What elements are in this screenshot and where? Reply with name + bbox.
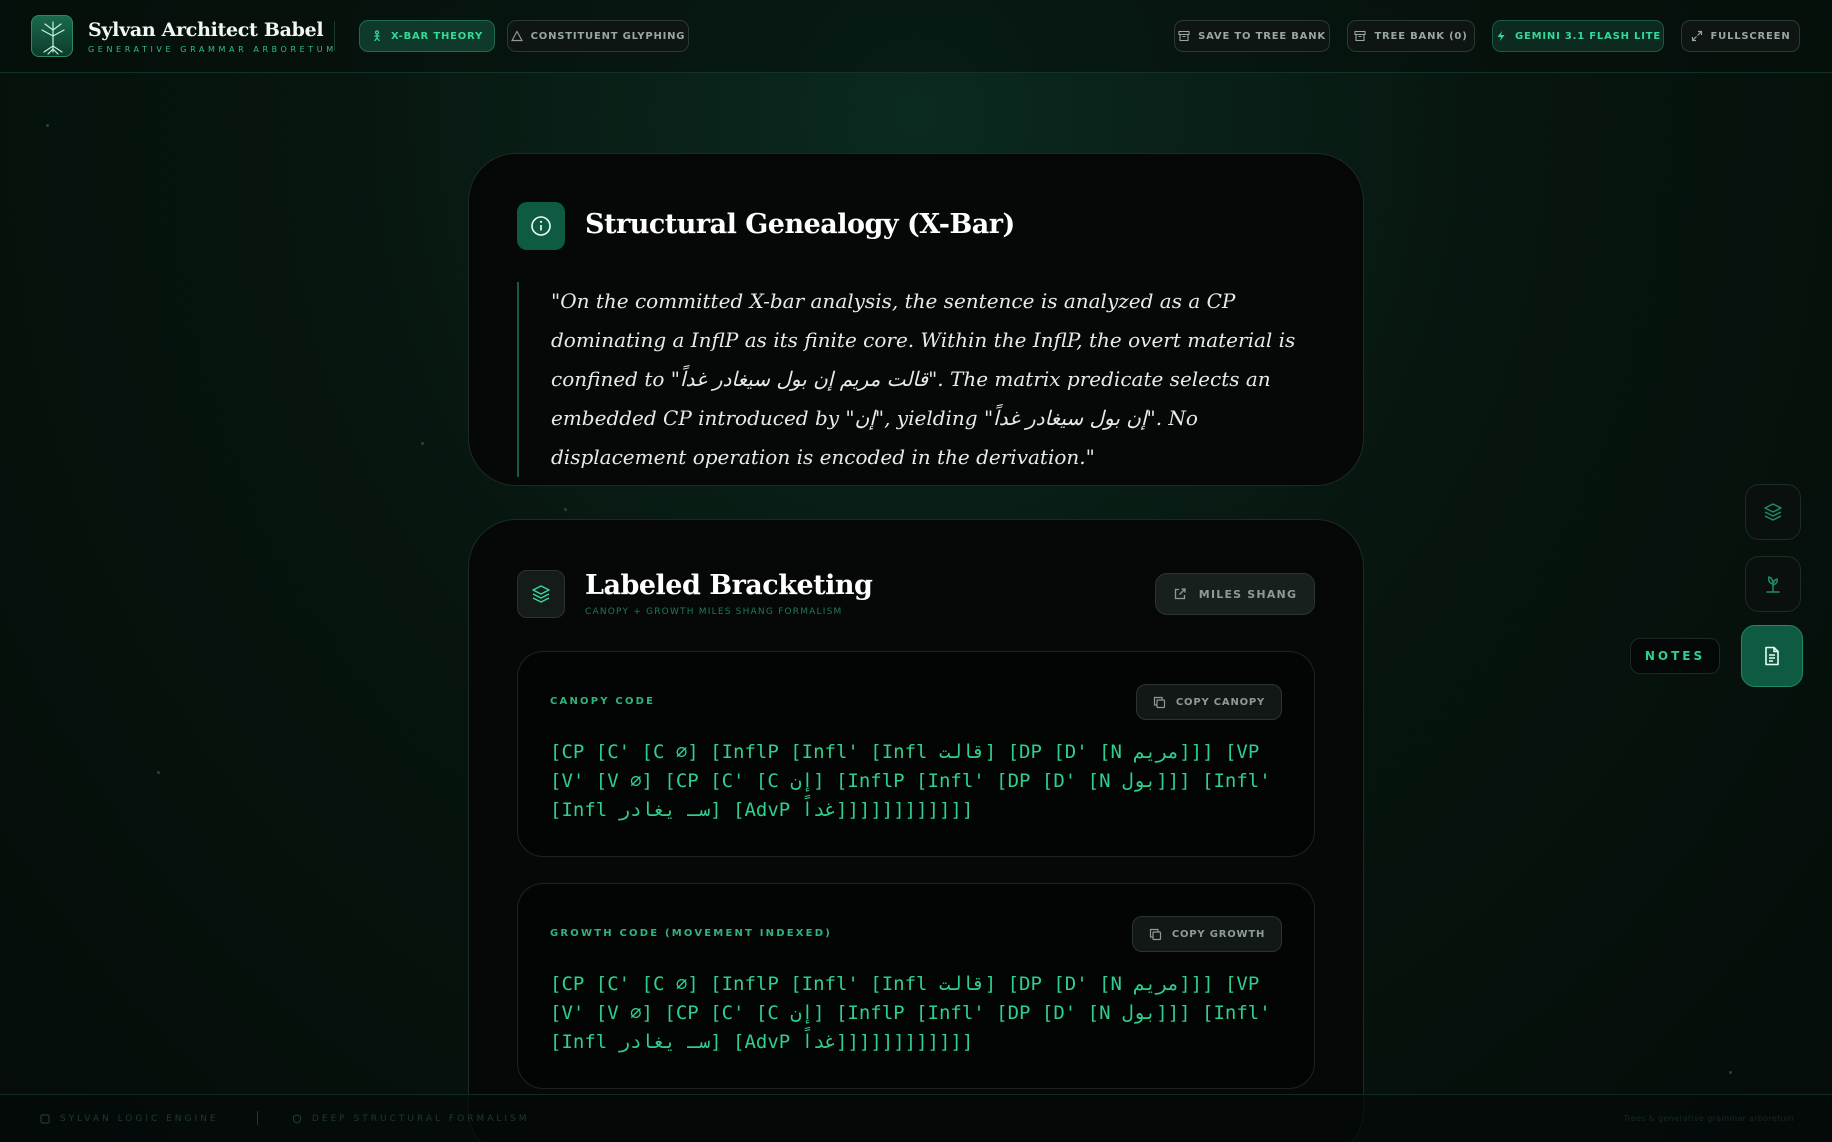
footer-bar: SYLVAN LOGIC ENGINE DEEP STRUCTURAL FORM…: [0, 1094, 1832, 1142]
expand-icon: [1691, 30, 1702, 42]
copy-canopy-label: COPY CANOPY: [1175, 696, 1266, 708]
growth-code-text: [CP [C' [C ∅] [InflP [Infl' [Infl قالت] …: [550, 973, 1271, 1053]
canopy-code-text: [CP [C' [C ∅] [InflP [Infl' [Infl قالت] …: [550, 741, 1271, 821]
xbar-theory-tab[interactable]: X-BAR THEORY: [359, 20, 495, 52]
top-bar: Sylvan Architect Babel GENERATIVE GRAMMA…: [0, 0, 1832, 73]
bracketing-title: Labeled Bracketing: [585, 570, 873, 601]
person-icon: [373, 30, 380, 42]
header-divider: [334, 21, 335, 51]
app-subtitle: GENERATIVE GRAMMAR ARBORETUM: [88, 45, 337, 54]
footer-engine-label: SYLVAN LOGIC ENGINE: [60, 1114, 219, 1124]
model-label: GEMINI 3.1 FLASH LITE: [1514, 30, 1662, 42]
copy-growth-label: COPY GROWTH: [1171, 928, 1266, 940]
constituent-glyphing-tab[interactable]: CONSTITUENT GLYPHING: [507, 20, 689, 52]
layers-icon: [1764, 503, 1782, 521]
ambient-dot: [157, 771, 160, 774]
info-icon: [517, 202, 565, 250]
copy-icon: [1153, 696, 1165, 708]
triangle-icon: [510, 30, 523, 42]
save-to-tree-bank-label: SAVE TO TREE BANK: [1198, 30, 1326, 42]
archive-icon: [1354, 30, 1366, 42]
xbar-theory-label: X-BAR THEORY: [390, 30, 484, 42]
footer-formalism-label: DEEP STRUCTURAL FORMALISM: [312, 1114, 530, 1124]
ambient-dot: [421, 442, 424, 445]
ambient-dot: [46, 124, 49, 127]
genealogy-title: Structural Genealogy (X-Bar): [585, 209, 1015, 240]
growth-code-label: GROWTH CODE (MOVEMENT INDEXED): [550, 928, 832, 939]
copy-icon: [1149, 928, 1161, 940]
copy-growth-button[interactable]: COPY GROWTH: [1132, 916, 1282, 952]
square-icon: [40, 1114, 50, 1124]
ambient-dot: [1729, 1071, 1732, 1074]
labeled-bracketing-card: Labeled Bracketing CANOPY + GROWTH MILES…: [468, 519, 1364, 1142]
tree-logo-icon: [31, 15, 73, 57]
tree-rail-button[interactable]: [1745, 556, 1801, 612]
footer-note: Trees & generative grammar arboretum: [1623, 1114, 1794, 1123]
copy-canopy-button[interactable]: COPY CANOPY: [1136, 684, 1282, 720]
constituent-glyphing-label: CONSTITUENT GLYPHING: [530, 30, 686, 42]
bracketing-subtitle: CANOPY + GROWTH MILES SHANG FORMALISM: [585, 607, 843, 617]
miles-shang-label: MILES SHANG: [1198, 587, 1298, 601]
model-selector-button[interactable]: GEMINI 3.1 FLASH LITE: [1492, 20, 1664, 52]
lightning-icon: [1497, 31, 1505, 41]
tree-bank-label: TREE BANK (0): [1374, 30, 1468, 42]
tree-bank-button[interactable]: TREE BANK (0): [1347, 20, 1475, 52]
miles-shang-link-button[interactable]: MILES SHANG: [1155, 573, 1315, 615]
archive-icon: [1178, 30, 1190, 42]
shield-icon: [292, 1114, 302, 1124]
layers-rail-button[interactable]: [1745, 484, 1801, 540]
layers-icon: [517, 570, 565, 618]
canopy-code-block: CANOPY CODE COPY CANOPY [CP [C' [C ∅] [I…: [517, 651, 1315, 857]
document-icon: [1765, 646, 1779, 666]
footer-divider: [257, 1111, 258, 1125]
genealogy-quote: "On the committed X-bar analysis, the se…: [517, 282, 1317, 477]
growth-code-block: GROWTH CODE (MOVEMENT INDEXED) COPY GROW…: [517, 883, 1315, 1089]
structural-genealogy-card: Structural Genealogy (X-Bar) "On the com…: [468, 153, 1364, 486]
footer-formalism: DEEP STRUCTURAL FORMALISM: [292, 1114, 530, 1124]
fullscreen-label: FULLSCREEN: [1710, 30, 1791, 42]
canopy-code-label: CANOPY CODE: [550, 696, 656, 707]
save-to-tree-bank-button[interactable]: SAVE TO TREE BANK: [1174, 20, 1330, 52]
app-title: Sylvan Architect Babel: [88, 19, 324, 41]
ambient-dot: [564, 508, 567, 511]
notes-tooltip: NOTES: [1630, 638, 1720, 674]
footer-engine: SYLVAN LOGIC ENGINE: [40, 1114, 219, 1124]
sprout-icon: [1766, 576, 1780, 593]
notes-rail-button[interactable]: [1741, 625, 1803, 687]
fullscreen-button[interactable]: FULLSCREEN: [1681, 20, 1800, 52]
external-link-icon: [1174, 588, 1186, 600]
